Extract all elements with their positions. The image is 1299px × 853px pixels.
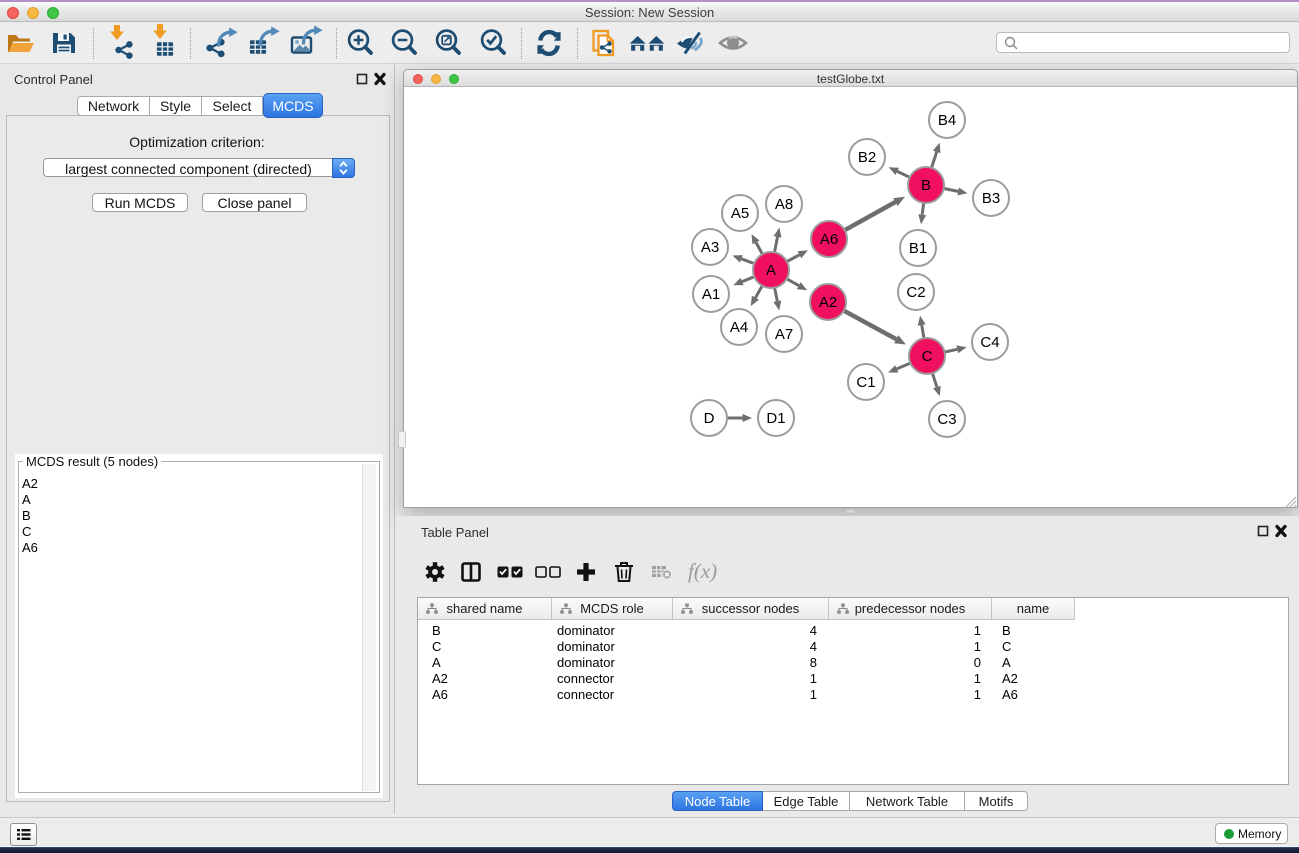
svg-text:A8: A8 xyxy=(775,196,793,213)
svg-text:C3: C3 xyxy=(937,411,956,428)
svg-text:C4: C4 xyxy=(980,334,999,351)
svg-text:A5: A5 xyxy=(731,205,749,222)
svg-text:A2: A2 xyxy=(819,294,837,311)
svg-text:D: D xyxy=(704,410,715,427)
svg-text:B2: B2 xyxy=(858,149,876,166)
svg-text:A7: A7 xyxy=(775,326,793,343)
svg-text:A1: A1 xyxy=(702,286,720,303)
svg-text:B4: B4 xyxy=(938,112,956,129)
svg-text:C2: C2 xyxy=(906,284,925,301)
svg-text:C: C xyxy=(922,348,933,365)
svg-text:B3: B3 xyxy=(982,190,1000,207)
svg-text:A4: A4 xyxy=(730,319,748,336)
svg-text:A: A xyxy=(766,262,776,279)
svg-text:A6: A6 xyxy=(820,231,838,248)
svg-text:B: B xyxy=(921,177,931,194)
svg-text:D1: D1 xyxy=(766,410,785,427)
svg-text:C1: C1 xyxy=(856,374,875,391)
svg-text:B1: B1 xyxy=(909,240,927,257)
svg-text:A3: A3 xyxy=(701,239,719,256)
